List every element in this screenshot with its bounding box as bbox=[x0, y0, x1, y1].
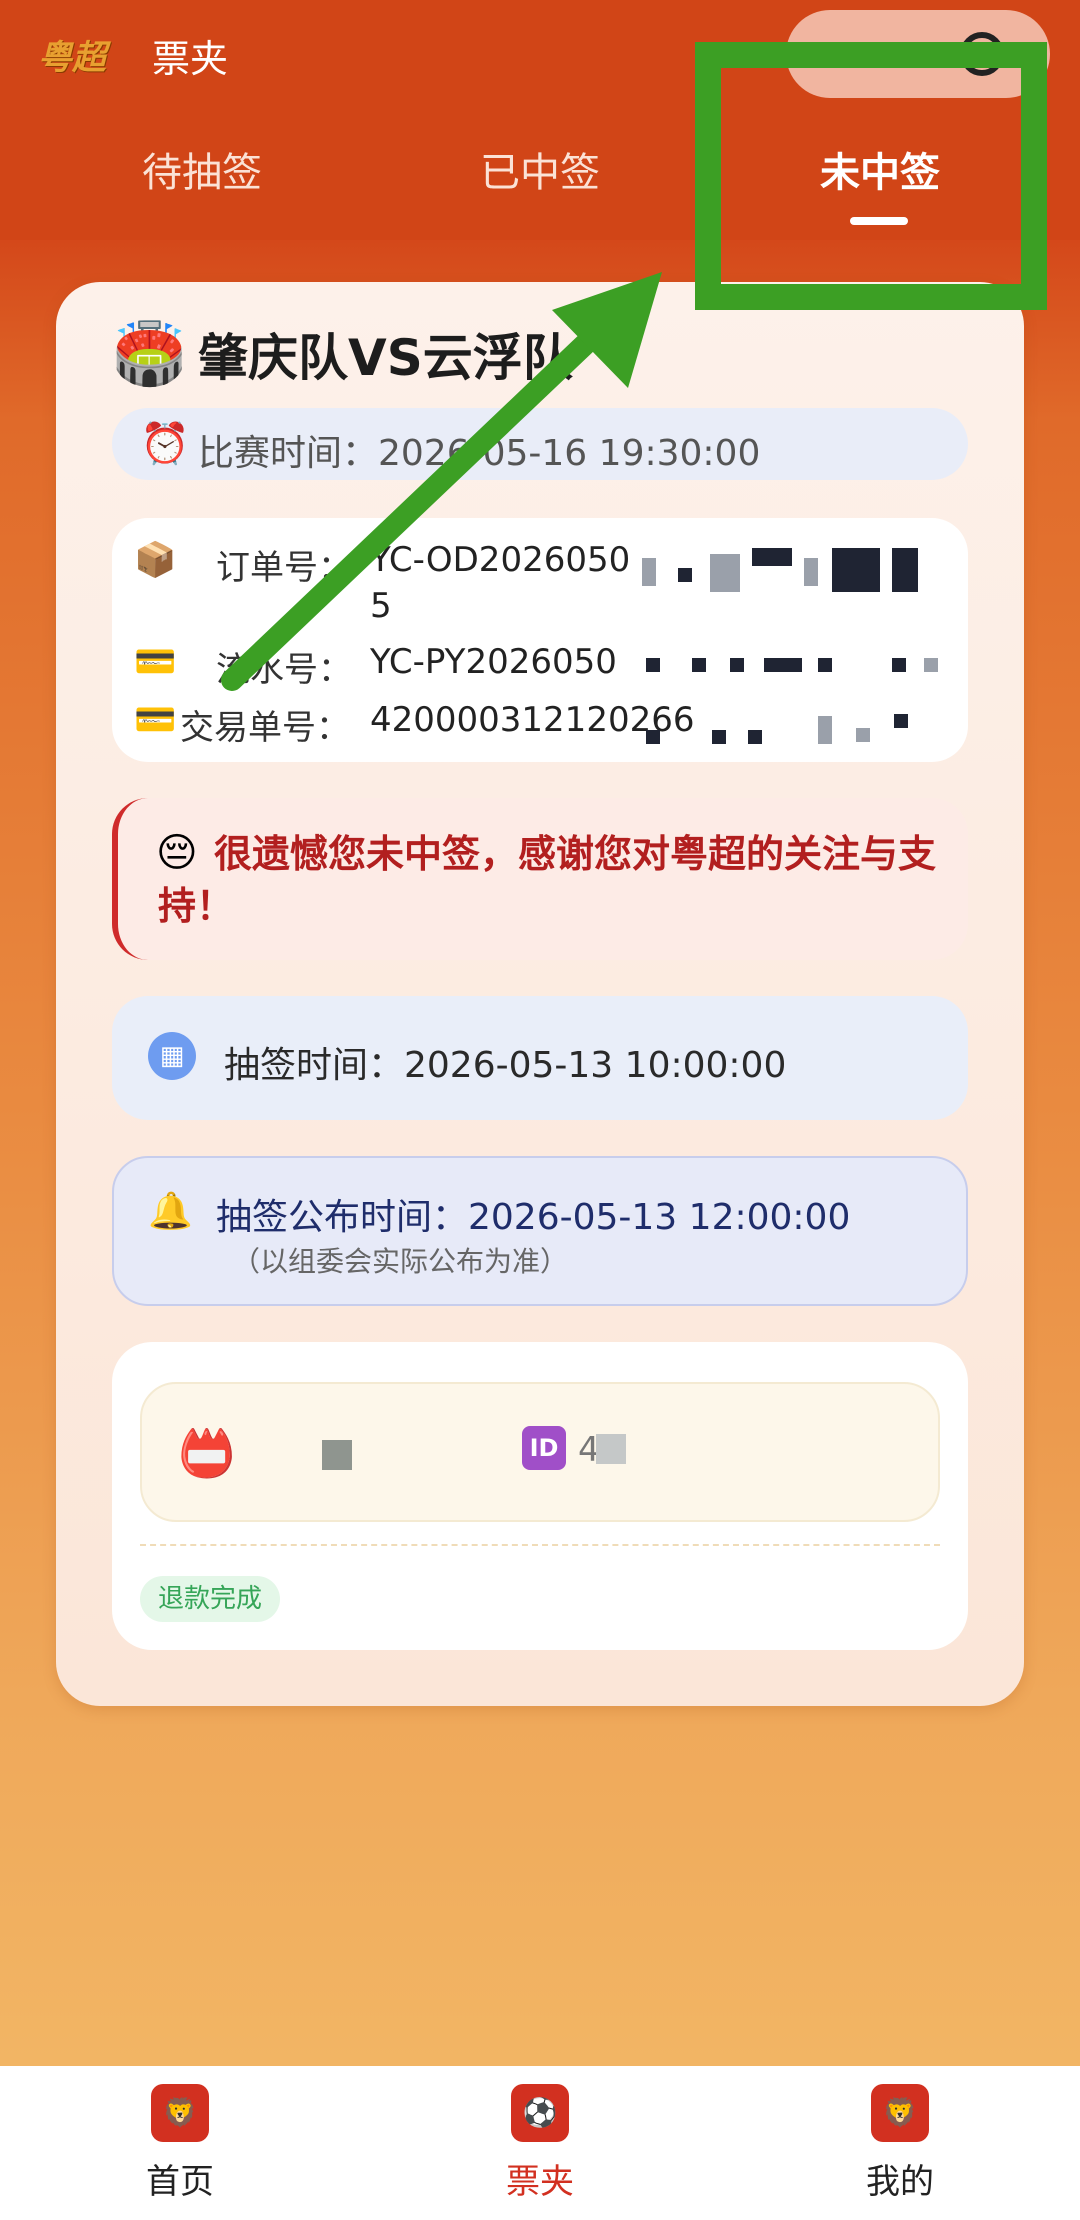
pointer-arrow-icon bbox=[221, 272, 662, 691]
